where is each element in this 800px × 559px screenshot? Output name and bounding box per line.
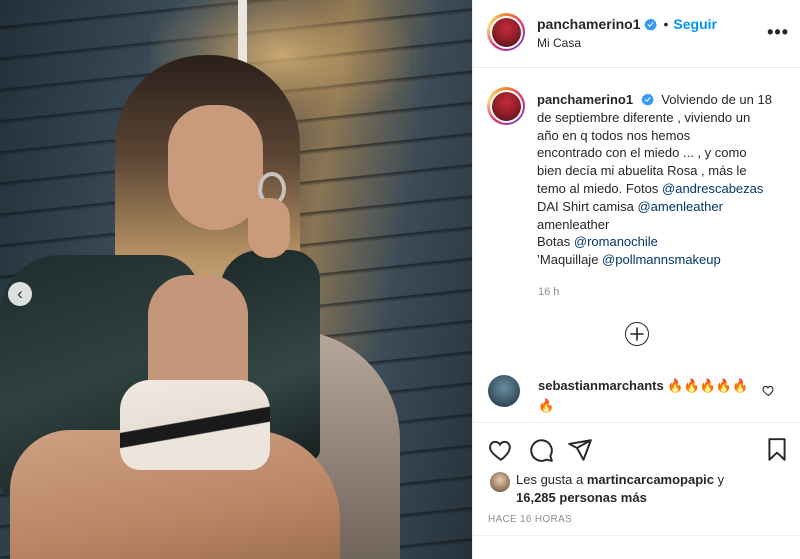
post-header: panchamerino1 • Seguir Mi Casa •••: [473, 0, 800, 68]
caption-text-segment: de septiembre diferente , viviendo un: [537, 109, 751, 125]
caption-text-segment: DAI Shirt camisa: [537, 198, 634, 214]
post-photo[interactable]: [0, 0, 472, 559]
mention-link[interactable]: @amenleather: [637, 199, 722, 214]
comment-icon[interactable]: [528, 437, 554, 463]
liker-avatar[interactable]: [490, 472, 510, 492]
verified-icon: [640, 93, 654, 106]
post-location[interactable]: Mi Casa: [537, 36, 581, 50]
photo-hand: [248, 198, 290, 258]
post-date: HACE 16 HORAS: [488, 514, 572, 525]
comment-username[interactable]: sebastianmarchants: [538, 378, 664, 393]
load-more-comments-button[interactable]: [625, 322, 649, 346]
mention-link[interactable]: @andrescabezas: [662, 181, 763, 196]
divider: [472, 535, 800, 536]
caption-text: panchamerino1 Volviendo de un 18 de sept…: [537, 91, 787, 269]
actions-bar: [472, 422, 800, 472]
caption-text-segment: ’Maquillaje: [537, 252, 599, 268]
caption-text-segment: Volviendo de un 18: [661, 92, 772, 107]
likes-prefix: Les gusta a: [516, 472, 584, 487]
comment-avatar[interactable]: [488, 375, 520, 407]
heart-icon[interactable]: [762, 384, 775, 397]
caption-timestamp: 16 h: [538, 286, 560, 298]
follow-button[interactable]: Seguir: [673, 16, 717, 32]
caption-text-segment: encontrado con el miedo ... , y como: [537, 145, 747, 161]
caption-line-maquillaje: ’Maquillaje @pollmannsmakeup: [537, 251, 787, 269]
author-username[interactable]: panchamerino1: [537, 16, 640, 32]
photo-top: [120, 380, 270, 470]
more-icon[interactable]: •••: [767, 22, 789, 43]
likes-joiner: y: [717, 472, 725, 487]
likes-summary: Les gusta a martincarcamopapic y 16,285 …: [516, 471, 786, 507]
likes-count[interactable]: 16,285 personas más: [516, 490, 647, 505]
caption-line-photos: temo al miedo. Fotos @andrescabezas: [537, 180, 787, 198]
chevron-left-icon: ‹: [17, 284, 23, 303]
comment: sebastianmarchants 🔥🔥🔥🔥🔥🔥: [538, 376, 753, 416]
caption-author-avatar[interactable]: [487, 87, 525, 125]
heart-icon[interactable]: [488, 437, 514, 463]
caption-username[interactable]: panchamerino1: [537, 92, 633, 107]
caption-text-segment: Botas: [537, 234, 571, 250]
caption-text-segment: amenleather: [537, 216, 610, 232]
bookmark-icon[interactable]: [764, 437, 790, 463]
add-circle-icon: [630, 327, 644, 341]
author-avatar[interactable]: [487, 13, 525, 51]
caption-line-1: panchamerino1 Volviendo de un 18: [537, 91, 787, 109]
caption-line-botas: Botas @romanochile: [537, 233, 787, 251]
caption-text-segment: temo al miedo. Fotos: [537, 180, 659, 196]
dot-separator: •: [663, 16, 669, 32]
liker-username[interactable]: martincarcamopapic: [587, 472, 714, 487]
caption-line-dai: DAI Shirt camisa @amenleather: [537, 198, 787, 216]
share-icon[interactable]: [567, 437, 593, 463]
mention-link[interactable]: @romanochile: [574, 234, 658, 249]
verified-icon: [644, 17, 658, 31]
carousel-prev-button[interactable]: ‹: [8, 282, 32, 306]
caption-text-segment: año en q todos nos hemos: [537, 127, 691, 143]
caption-text-segment: bien decía mi abuelita Rosa , más le: [537, 163, 747, 179]
mention-link[interactable]: @pollmannsmakeup: [602, 252, 721, 267]
author-row: panchamerino1 • Seguir: [537, 16, 717, 32]
